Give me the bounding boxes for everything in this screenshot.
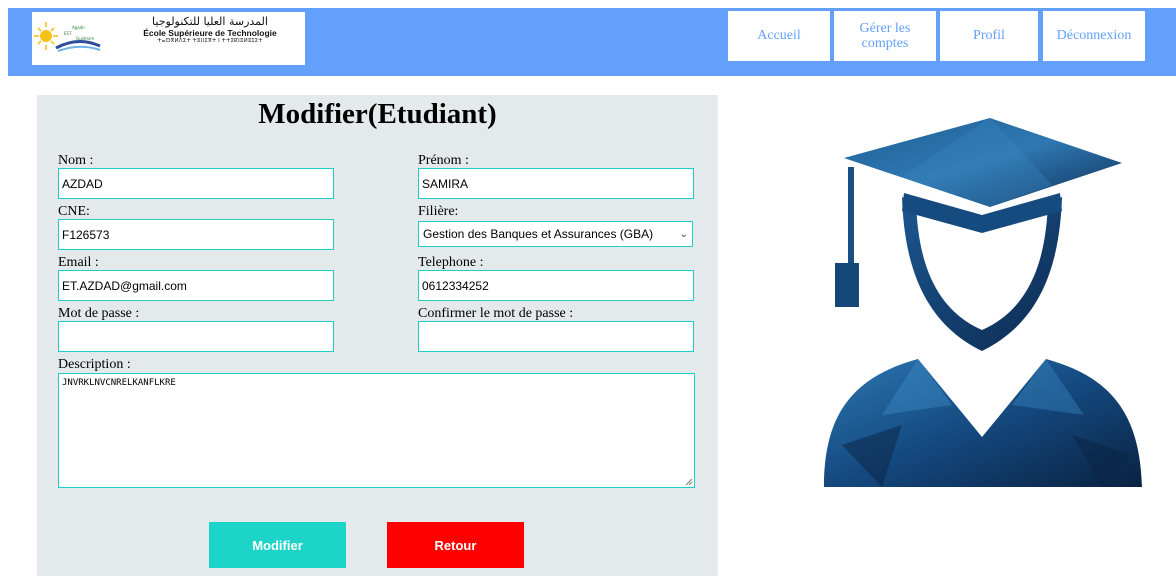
retour-button[interactable]: Retour: [387, 522, 524, 568]
nav-deconnexion-label: Déconnexion: [1056, 28, 1132, 44]
school-logo[interactable]: Agadir EST Guelmim المدرسة العليا للتكنو…: [32, 12, 305, 65]
filiere-selected-value: Gestion des Banques et Assurances (GBA): [423, 227, 654, 241]
logo-arabic-text: المدرسة العليا للتكنولوجيا: [152, 15, 268, 28]
nav-gerer-comptes-button[interactable]: Gérer les comptes: [834, 11, 936, 61]
logo-tifinagh-text: ⵜⴰⵙⴳⵍⴷⵉⵜ ⵜⵓⵏⵏⵉⴳⵜ ⵏ ⵜⵜⵉⴽⵏⵓⵍⵓⵊⵉⵜ: [157, 38, 263, 45]
prenom-label: Prénom :: [418, 153, 469, 168]
telephone-label: Telephone :: [418, 255, 484, 270]
mot-de-passe-input[interactable]: [58, 321, 334, 352]
retour-button-label: Retour: [434, 537, 477, 553]
nom-input[interactable]: [58, 168, 334, 199]
prenom-input[interactable]: [418, 168, 694, 199]
email-label: Email :: [58, 255, 99, 270]
modifier-button-label: Modifier: [252, 537, 303, 553]
logo-texts: المدرسة العليا للتكنولوجيا École Supérie…: [130, 16, 290, 45]
filiere-select[interactable]: Gestion des Banques et Assurances (GBA) …: [418, 221, 693, 247]
filiere-label: Filière:: [418, 204, 459, 219]
cne-label: CNE:: [58, 204, 90, 219]
graduate-student-icon: [824, 118, 1142, 487]
nav-profil-label: Profil: [973, 28, 1005, 44]
nav-gerer-label-line2: comptes: [861, 36, 909, 51]
nav-accueil-button[interactable]: Accueil: [728, 11, 830, 61]
cne-input[interactable]: [58, 219, 334, 250]
svg-text:Guelmim: Guelmim: [76, 36, 94, 41]
description-label: Description :: [58, 357, 131, 372]
modifier-button[interactable]: Modifier: [209, 522, 346, 568]
svg-text:EST: EST: [64, 31, 72, 36]
svg-text:Agadir: Agadir: [72, 25, 85, 30]
nav-accueil-label: Accueil: [757, 28, 801, 44]
resize-grip-icon[interactable]: [685, 478, 693, 486]
logo-french-text: École Supérieure de Technologie: [143, 27, 277, 38]
telephone-input[interactable]: [418, 270, 694, 301]
nav-gerer-label-line1: Gérer les: [859, 20, 911, 36]
description-textarea[interactable]: JNVRKLNVCNRELKANFLKRE: [58, 373, 695, 488]
nav-deconnexion-button[interactable]: Déconnexion: [1043, 11, 1145, 61]
edit-student-form: Modifier(Etudiant) Nom : Prénom : CNE: F…: [37, 95, 718, 576]
form-title: Modifier(Etudiant): [258, 98, 497, 130]
chevron-down-icon: ⌄: [679, 228, 688, 240]
navbar: Agadir EST Guelmim المدرسة العليا للتكنو…: [8, 8, 1176, 76]
confirmer-mot-de-passe-input[interactable]: [418, 321, 694, 352]
nom-label: Nom :: [58, 153, 94, 168]
mot-de-passe-label: Mot de passe :: [58, 306, 140, 321]
confirmer-mot-de-passe-label: Confirmer le mot de passe :: [418, 306, 574, 321]
logo-sun-icon: Agadir EST Guelmim: [34, 22, 101, 52]
email-input[interactable]: [58, 270, 334, 301]
nav-profil-button[interactable]: Profil: [940, 11, 1038, 61]
